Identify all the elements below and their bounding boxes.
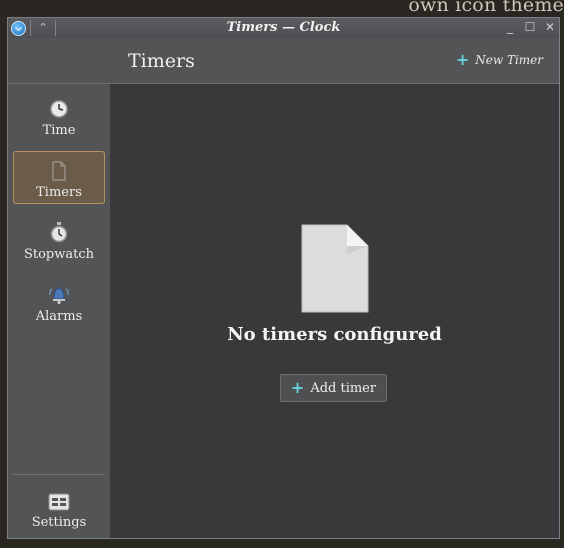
sidebar-item-timers[interactable]: Timers	[13, 151, 105, 204]
title-bar[interactable]: ⌃ Timers — Clock _ ☐ ✕	[8, 18, 559, 39]
settings-icon	[48, 485, 70, 511]
sidebar-item-label: Time	[42, 123, 76, 138]
add-timer-button[interactable]: + Add timer	[280, 374, 387, 402]
sidebar-item-label: Stopwatch	[23, 247, 95, 262]
page-header: Timers + New Timer	[110, 38, 559, 84]
sidebar-divider	[13, 474, 105, 475]
empty-state-message: No timers configured	[227, 324, 442, 345]
sidebar-item-time[interactable]: Time	[13, 90, 105, 143]
clock-icon	[49, 93, 69, 119]
desktop-background-text: own icon theme	[408, 0, 564, 16]
minimize-icon[interactable]: _	[503, 20, 517, 34]
sidebar-item-stopwatch[interactable]: Stopwatch	[13, 214, 105, 267]
sidebar-header	[8, 38, 110, 84]
sidebar-item-label: Alarms	[35, 309, 83, 324]
new-timer-button[interactable]: + New Timer	[455, 50, 543, 69]
plus-icon: +	[290, 378, 305, 397]
document-icon	[51, 155, 67, 181]
maximize-icon[interactable]: ☐	[523, 20, 537, 34]
sidebar-item-alarms[interactable]: Alarms	[13, 276, 105, 329]
sidebar: Time Timers Stopwatch Alarms Settings	[8, 38, 111, 538]
page-title: Timers	[128, 50, 195, 72]
sidebar-item-label: Timers	[36, 185, 82, 200]
plus-icon: +	[455, 50, 470, 69]
stopwatch-icon	[49, 217, 69, 243]
add-timer-label: Add timer	[310, 380, 377, 396]
new-timer-label: New Timer	[475, 53, 543, 67]
sidebar-item-settings[interactable]: Settings	[13, 482, 105, 535]
empty-document-icon	[301, 224, 369, 318]
main-content: No timers configured + Add timer	[110, 84, 559, 538]
close-icon[interactable]: ✕	[543, 20, 557, 34]
sidebar-item-label: Settings	[31, 515, 87, 530]
alarm-bell-icon	[47, 279, 71, 305]
clock-window: ⌃ Timers — Clock _ ☐ ✕ Time Timers Stopw…	[7, 17, 560, 539]
window-title: Timers — Clock	[226, 20, 341, 35]
